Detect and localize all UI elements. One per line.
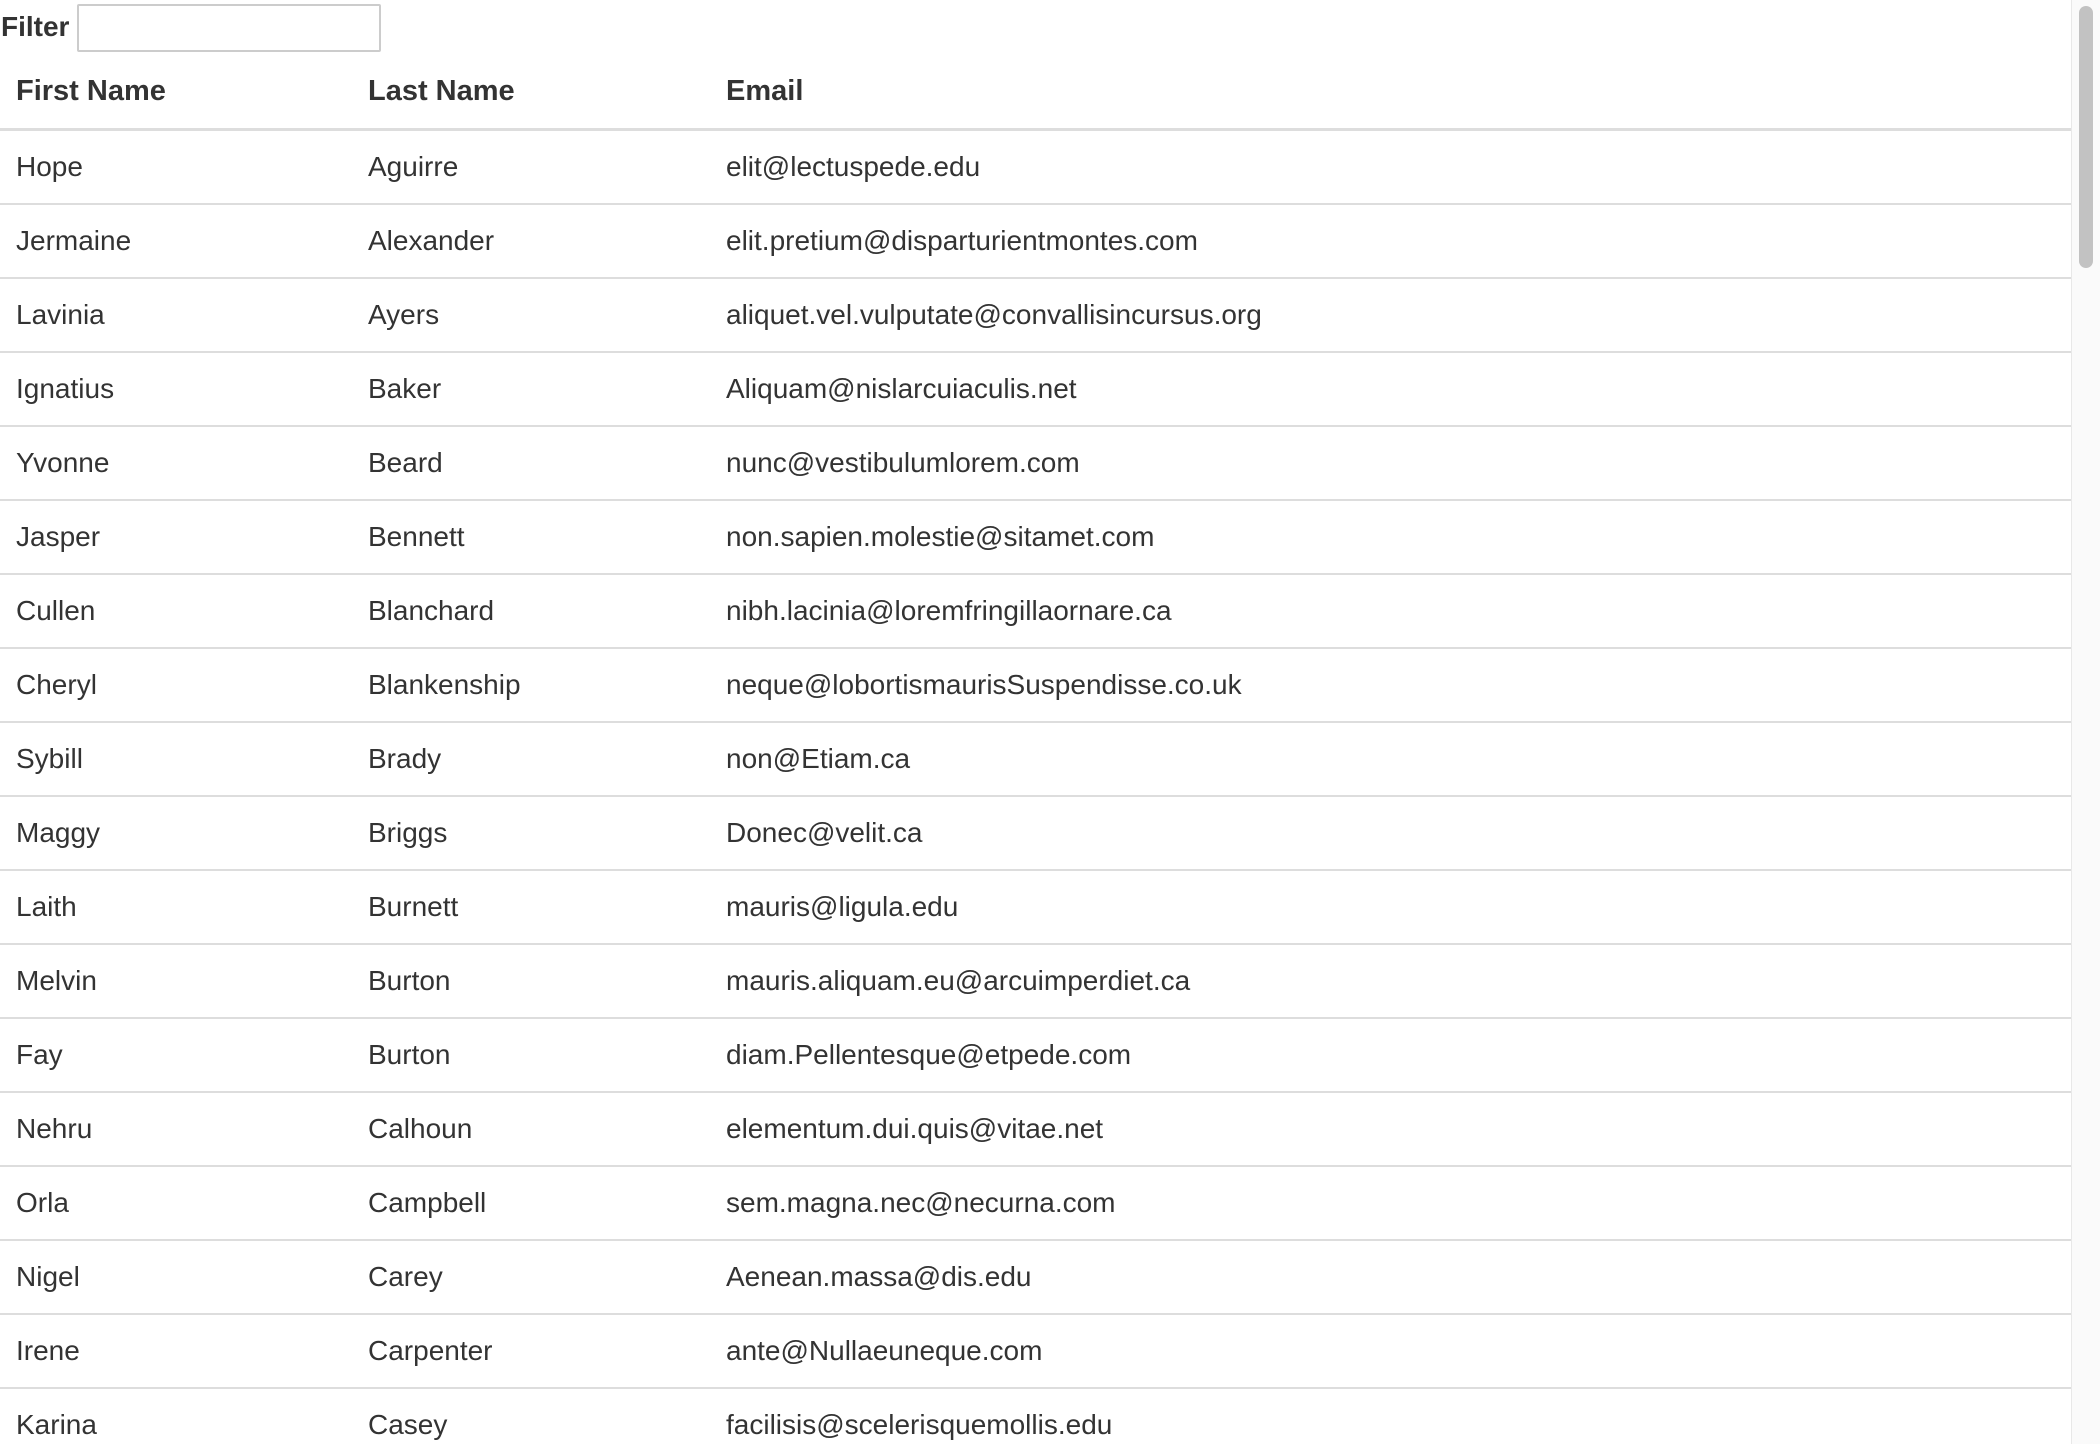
filter-bar: Filter xyxy=(0,0,382,54)
cell-last-name: Alexander xyxy=(352,204,710,279)
table-row[interactable]: Laith Burnett mauris@ligula.edu xyxy=(0,870,2071,945)
cell-email: sem.magna.nec@necurna.com xyxy=(710,1166,2071,1241)
cell-email: neque@lobortismaurisSuspendisse.co.uk xyxy=(710,648,2071,723)
cell-last-name: Calhoun xyxy=(352,1092,710,1167)
table-row[interactable]: Jermaine Alexander elit.pretium@disparturi… xyxy=(0,204,2071,279)
cell-last-name: Burton xyxy=(352,1018,710,1093)
table-row[interactable]: Ignatius Baker Aliquam@nislarcuiaculis.net xyxy=(0,352,2071,427)
cell-last-name: Brady xyxy=(352,722,710,797)
table-row[interactable]: Fay Burton diam.Pellentesque@etpede.com xyxy=(0,1018,2071,1093)
cell-last-name: Beard xyxy=(352,426,710,501)
column-header-first-name[interactable]: First Name xyxy=(0,54,352,131)
cell-email: non@Etiam.ca xyxy=(710,722,2071,797)
table-row[interactable]: Hope Aguirre elit@lectuspede.edu xyxy=(0,129,2071,205)
cell-first-name: Cullen xyxy=(0,574,352,649)
cell-last-name: Burnett xyxy=(352,870,710,945)
cell-email: nibh.lacinia@loremfringillaornare.ca xyxy=(710,574,2071,649)
table-row[interactable]: Melvin Burton mauris.aliquam.eu@arcuimperd… xyxy=(0,944,2071,1019)
vertical-scrollbar[interactable] xyxy=(2071,0,2100,1444)
cell-email: non.sapien.molestie@sitamet.com xyxy=(710,500,2071,575)
cell-first-name: Orla xyxy=(0,1166,352,1241)
cell-email: Donec@velit.ca xyxy=(710,796,2071,871)
cell-email: elit@lectuspede.edu xyxy=(710,129,2071,205)
filter-label: Filter xyxy=(1,11,70,42)
table-row[interactable]: Nehru Calhoun elementum.dui.quis@vitae.net xyxy=(0,1092,2071,1167)
cell-email: aliquet.vel.vulputate@convallisincursus.… xyxy=(710,278,2071,353)
cell-email: Aliquam@nislarcuiaculis.net xyxy=(710,352,2071,427)
table-row[interactable]: Karina Casey facilisis@scelerisquemollis.e… xyxy=(0,1388,2071,1444)
cell-last-name: Baker xyxy=(352,352,710,427)
column-header-last-name[interactable]: Last Name xyxy=(352,54,710,131)
cell-email: nunc@vestibulumlorem.com xyxy=(710,426,2071,501)
cell-first-name: Jermaine xyxy=(0,204,352,279)
table-row[interactable]: Cheryl Blankenship neque@lobortismaurisSus… xyxy=(0,648,2071,723)
cell-email: Aenean.massa@dis.edu xyxy=(710,1240,2071,1315)
table-body: Hope Aguirre elit@lectuspede.edu Jermaine Al… xyxy=(0,129,2071,1444)
table-row[interactable]: Irene Carpenter ante@Nullaeuneque.com xyxy=(0,1314,2071,1389)
cell-first-name: Nigel xyxy=(0,1240,352,1315)
table-row[interactable]: Nigel Carey Aenean.massa@dis.edu xyxy=(0,1240,2071,1315)
cell-email: elementum.dui.quis@vitae.net xyxy=(710,1092,2071,1167)
cell-email: ante@Nullaeuneque.com xyxy=(710,1314,2071,1389)
cell-email: mauris.aliquam.eu@arcuimperdiet.ca xyxy=(710,944,2071,1019)
cell-first-name: Irene xyxy=(0,1314,352,1389)
cell-last-name: Casey xyxy=(352,1388,710,1444)
table-row[interactable]: Cullen Blanchard nibh.lacinia@loremfringil… xyxy=(0,574,2071,649)
filter-input[interactable] xyxy=(77,4,382,52)
cell-first-name: Karina xyxy=(0,1388,352,1444)
cell-last-name: Campbell xyxy=(352,1166,710,1241)
cell-first-name: Fay xyxy=(0,1018,352,1093)
table-row[interactable]: Jasper Bennett non.sapien.molestie@sitamet… xyxy=(0,500,2071,575)
table-row[interactable]: Orla Campbell sem.magna.nec@necurna.com xyxy=(0,1166,2071,1241)
cell-last-name: Ayers xyxy=(352,278,710,353)
table-row[interactable]: Sybill Brady non@Etiam.ca xyxy=(0,722,2071,797)
cell-last-name: Bennett xyxy=(352,500,710,575)
cell-last-name: Burton xyxy=(352,944,710,1019)
scrollbar-thumb[interactable] xyxy=(2079,6,2093,268)
cell-last-name: Carpenter xyxy=(352,1314,710,1389)
cell-last-name: Blankenship xyxy=(352,648,710,723)
cell-last-name: Aguirre xyxy=(352,129,710,205)
table-row[interactable]: Maggy Briggs Donec@velit.ca xyxy=(0,796,2071,871)
cell-first-name: Maggy xyxy=(0,796,352,871)
cell-first-name: Sybill xyxy=(0,722,352,797)
cell-first-name: Hope xyxy=(0,129,352,205)
cell-email: diam.Pellentesque@etpede.com xyxy=(710,1018,2071,1093)
cell-first-name: Yvonne xyxy=(0,426,352,501)
header-row: First Name Last Name Email xyxy=(0,54,2071,131)
cell-first-name: Jasper xyxy=(0,500,352,575)
cell-email: facilisis@scelerisquemollis.edu xyxy=(710,1388,2071,1444)
table-container: First Name Last Name Email Hope Aguirre el… xyxy=(0,54,2071,1444)
table-row[interactable]: Lavinia Ayers aliquet.vel.vulputate@conval… xyxy=(0,278,2071,353)
table-row[interactable]: Yvonne Beard nunc@vestibulumlorem.com xyxy=(0,426,2071,501)
cell-first-name: Ignatius xyxy=(0,352,352,427)
cell-first-name: Lavinia xyxy=(0,278,352,353)
cell-first-name: Nehru xyxy=(0,1092,352,1167)
contacts-table: First Name Last Name Email Hope Aguirre el… xyxy=(0,54,2071,1444)
cell-last-name: Blanchard xyxy=(352,574,710,649)
cell-last-name: Briggs xyxy=(352,796,710,871)
cell-email: mauris@ligula.edu xyxy=(710,870,2071,945)
cell-first-name: Laith xyxy=(0,870,352,945)
column-header-email[interactable]: Email xyxy=(710,54,2071,131)
cell-email: elit.pretium@disparturientmontes.com xyxy=(710,204,2071,279)
cell-first-name: Melvin xyxy=(0,944,352,1019)
table-header: First Name Last Name Email xyxy=(0,54,2071,131)
cell-last-name: Carey xyxy=(352,1240,710,1315)
cell-first-name: Cheryl xyxy=(0,648,352,723)
page: Filter First Name Last Name Email Hope Ag… xyxy=(0,0,2100,1444)
